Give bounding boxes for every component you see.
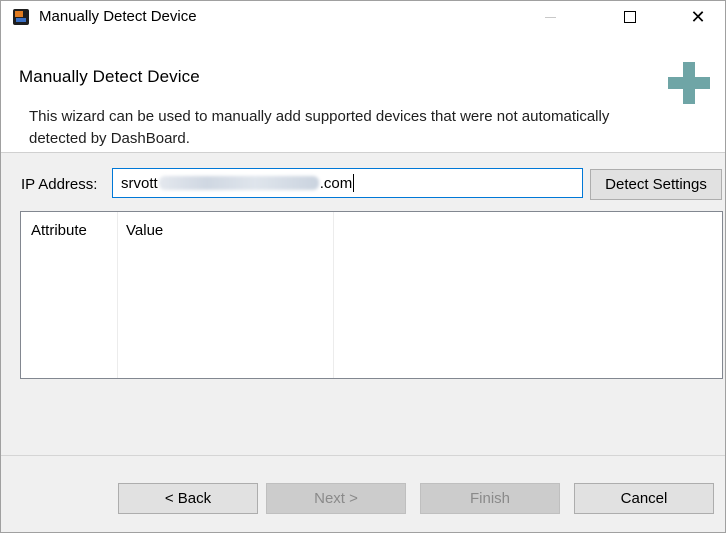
page-description: This wizard can be used to manually add … [29, 108, 610, 147]
detect-settings-button[interactable]: Detect Settings [590, 169, 722, 200]
text-caret [353, 174, 355, 192]
back-button[interactable]: < Back [118, 483, 258, 514]
app-icon [13, 9, 29, 25]
maximize-icon [624, 11, 636, 23]
close-button[interactable]: ✕ [675, 1, 721, 33]
finish-button[interactable]: Finish [420, 483, 560, 514]
maximize-button[interactable] [607, 1, 653, 33]
ip-value-suffix: .com [319, 174, 353, 192]
redacted-text [158, 176, 319, 190]
ip-address-input[interactable]: srvott .com [112, 168, 583, 198]
ip-value-prefix: srvott [121, 174, 158, 192]
column-header-attribute[interactable]: Attribute [31, 222, 87, 239]
column-header-value[interactable]: Value [126, 222, 163, 239]
next-button[interactable]: Next > [266, 483, 406, 514]
attribute-table[interactable]: Attribute Value [20, 211, 723, 379]
footer-divider [1, 455, 725, 456]
wizard-window: Manually Detect Device ✕ Manually Detect… [0, 0, 726, 533]
page-title: Manually Detect Device [19, 67, 200, 86]
cancel-button[interactable]: Cancel [574, 483, 714, 514]
minimize-button[interactable] [527, 1, 573, 33]
window-title: Manually Detect Device [39, 8, 197, 25]
close-icon: ✕ [690, 6, 706, 27]
title-bar[interactable]: Manually Detect Device ✕ [1, 1, 725, 33]
plus-icon [668, 62, 710, 104]
minimize-icon [544, 16, 556, 18]
wizard-header: Manually Detect Device This wizard can b… [1, 33, 725, 153]
ip-address-label: IP Address: [21, 176, 98, 193]
